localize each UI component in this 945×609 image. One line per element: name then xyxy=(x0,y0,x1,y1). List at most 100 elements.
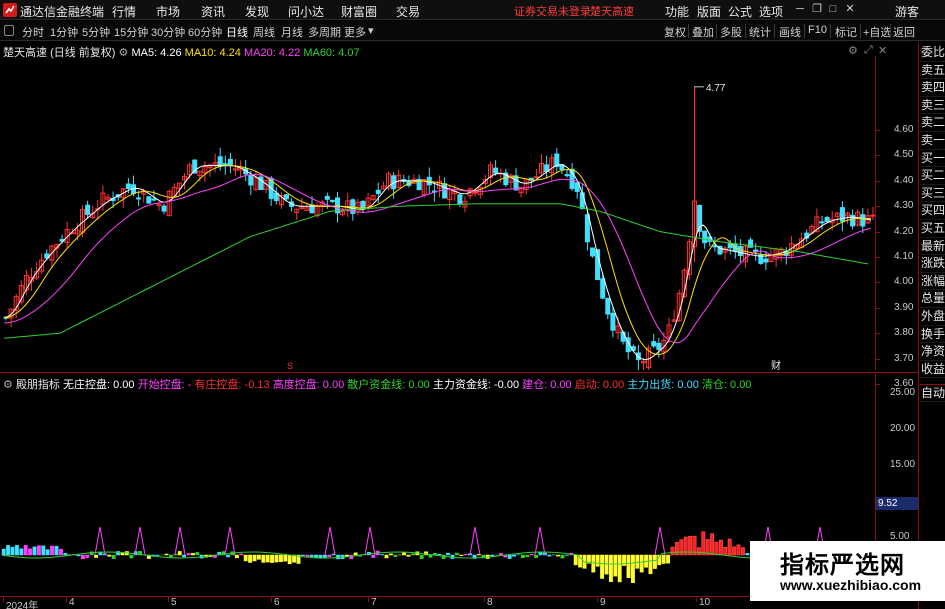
menu-ask[interactable]: 问小达 xyxy=(288,3,324,20)
menu-quotes[interactable]: 行情 xyxy=(112,3,136,20)
indicator-bar xyxy=(111,554,116,560)
time-tick xyxy=(66,597,67,602)
tool-f10[interactable]: F10 xyxy=(808,24,827,36)
price-axis: 4.60 4.50 4.40 4.30 4.20 4.10 4.00 3.90 3.80 3.70… xyxy=(875,56,917,389)
indicator-bar xyxy=(243,554,248,562)
quote-field[interactable]: 净资 xyxy=(920,343,945,361)
candle xyxy=(29,267,34,291)
period-weekly[interactable]: 周线 xyxy=(253,24,275,40)
indicator-bar xyxy=(454,552,459,556)
candle xyxy=(763,250,769,271)
time-tick xyxy=(597,597,598,602)
quote-field[interactable]: 最新 xyxy=(920,238,945,256)
tool-add-watch[interactable]: +自选 xyxy=(863,24,891,40)
period-1min[interactable]: 1分钟 xyxy=(50,24,78,40)
indicator-bar xyxy=(177,551,182,556)
maximize-icon[interactable]: □ xyxy=(826,2,840,16)
quote-field[interactable]: 涨跌 xyxy=(920,255,945,273)
app-logo-icon xyxy=(3,3,17,17)
tool-mark[interactable]: 标记 xyxy=(835,24,857,40)
quote-field[interactable]: 买一 xyxy=(920,150,945,168)
candle xyxy=(345,192,351,217)
close-icon[interactable]: ✕ xyxy=(843,2,857,16)
indicator-tick-label: 20.00 xyxy=(890,423,916,434)
quote-field[interactable]: 买三 xyxy=(920,185,945,203)
quote-field[interactable]: 外盘 xyxy=(920,308,945,326)
candle xyxy=(370,194,376,201)
indicator-bar xyxy=(182,554,187,558)
quote-field[interactable]: 卖三 xyxy=(920,97,945,115)
menu-layout[interactable]: 版面 xyxy=(697,3,721,20)
period-30min[interactable]: 30分钟 xyxy=(151,24,185,40)
tool-multistock[interactable]: 多股 xyxy=(720,24,742,40)
menu-news[interactable]: 资讯 xyxy=(201,3,225,20)
quote-field[interactable]: 卖四 xyxy=(920,79,945,97)
quote-field[interactable]: 卖二 xyxy=(920,114,945,132)
auto-button[interactable]: 自动 xyxy=(920,384,945,402)
indicator-bar xyxy=(732,546,737,556)
candle xyxy=(304,203,310,211)
indicator-bar xyxy=(261,554,266,563)
candlestick-chart[interactable]: 4.773.61S财 xyxy=(0,56,918,370)
tick-mark xyxy=(876,130,880,131)
quote-field[interactable]: 买四 xyxy=(920,202,945,220)
period-toolbar: 分时 1分钟 5分钟 15分钟 30分钟 60分钟 日线 周线 月线 多周期 更… xyxy=(0,21,945,41)
chevron-down-icon[interactable]: ▾ xyxy=(368,24,374,37)
user-label[interactable]: 游客 xyxy=(895,3,919,20)
tool-back[interactable]: 返回 xyxy=(893,24,915,40)
minimize-icon[interactable]: ─ xyxy=(793,2,807,16)
period-60min[interactable]: 60分钟 xyxy=(188,24,222,40)
restore-icon[interactable]: ❐ xyxy=(810,2,824,16)
menu-function[interactable]: 功能 xyxy=(665,3,689,20)
period-15min[interactable]: 15分钟 xyxy=(114,24,148,40)
watermark-badge: 指标严选网 www.xuezhibiao.com xyxy=(750,541,945,601)
period-5min[interactable]: 5分钟 xyxy=(82,24,110,40)
tool-adjust[interactable]: 复权 xyxy=(664,24,686,40)
spike-mark xyxy=(94,526,106,556)
quote-field[interactable]: 买五 xyxy=(920,220,945,238)
candle xyxy=(380,181,386,190)
sidebar-toggle-icon[interactable] xyxy=(4,25,14,36)
indicator-bar xyxy=(556,554,561,557)
time-tick-label: 7 xyxy=(371,597,377,608)
candle xyxy=(426,167,432,194)
quote-field[interactable]: 收益 xyxy=(920,361,945,379)
menu-formula[interactable]: 公式 xyxy=(728,3,752,20)
price-tick-label: 4.00 xyxy=(894,276,914,288)
candle xyxy=(590,247,595,258)
quote-field[interactable]: 委比 xyxy=(920,44,945,62)
indicator-bar xyxy=(410,553,415,556)
menu-discover[interactable]: 发现 xyxy=(245,3,269,20)
period-monthly[interactable]: 月线 xyxy=(281,24,303,40)
quote-field[interactable]: 总量 xyxy=(920,290,945,308)
indicator-bar xyxy=(54,545,59,556)
indicator-bar xyxy=(573,554,578,566)
quote-field[interactable]: 换手 xyxy=(920,326,945,344)
quote-field[interactable]: 涨幅 xyxy=(920,273,945,291)
candle xyxy=(498,168,504,183)
ma60-line xyxy=(3,203,869,339)
candle xyxy=(651,333,657,349)
menu-options[interactable]: 选项 xyxy=(759,3,783,20)
tool-stats[interactable]: 统计 xyxy=(749,24,771,40)
indicator-bar xyxy=(402,552,407,556)
period-multi[interactable]: 多周期 xyxy=(308,24,341,40)
menu-trade[interactable]: 交易 xyxy=(396,3,420,20)
indicator-bar xyxy=(234,554,239,559)
candle xyxy=(360,200,366,214)
indicator-bar xyxy=(155,554,160,556)
period-more[interactable]: 更多 xyxy=(344,24,366,40)
menu-market[interactable]: 市场 xyxy=(156,3,180,20)
tool-overlay[interactable]: 叠加 xyxy=(692,24,714,40)
tool-draw[interactable]: 画线 xyxy=(779,24,801,40)
indicator-bar xyxy=(388,553,393,556)
menu-wealth[interactable]: 财富圈 xyxy=(341,3,377,20)
indicator-bar xyxy=(309,554,314,557)
time-tick xyxy=(368,597,369,602)
quote-field[interactable]: 买二 xyxy=(920,167,945,185)
quote-field[interactable]: 卖一 xyxy=(920,132,945,150)
period-daily[interactable]: 日线 xyxy=(226,24,248,40)
login-alert[interactable]: 证券交易未登录 xyxy=(514,3,591,19)
period-intraday[interactable]: 分时 xyxy=(22,24,44,40)
quote-field[interactable]: 卖五 xyxy=(920,62,945,80)
